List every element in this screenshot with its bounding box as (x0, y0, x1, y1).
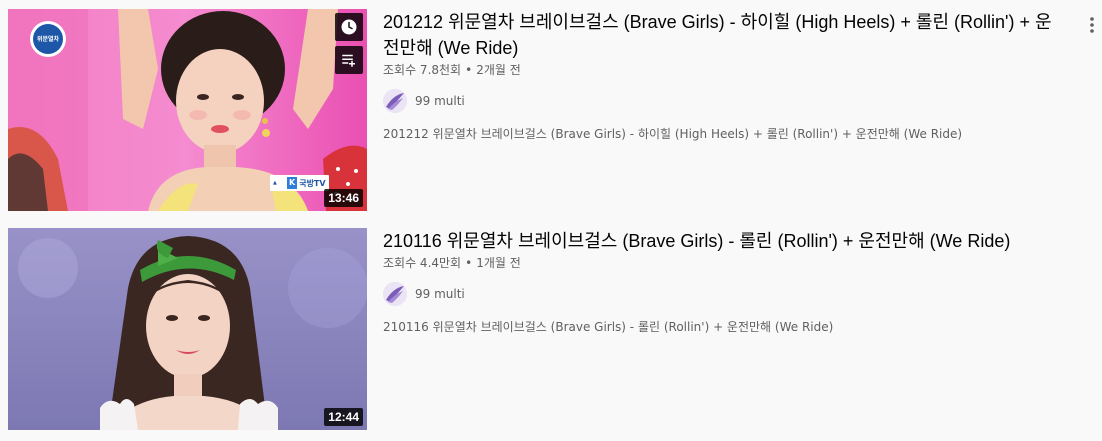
separator-dot: • (465, 256, 473, 270)
video-info: 210116 위문열차 브레이브걸스 (Brave Girls) - 롤린 (R… (383, 228, 1063, 336)
broadcast-logo: 위문열차 (30, 21, 66, 57)
video-metadata: 조회수 4.4만회 • 1개월 전 (383, 254, 1063, 272)
channel-link[interactable]: 99 multi (383, 282, 1063, 306)
upload-age: 2개월 전 (476, 63, 521, 77)
video-thumbnail[interactable]: 12:44 (8, 228, 367, 430)
more-actions-button[interactable] (1084, 13, 1100, 37)
add-to-queue-button[interactable] (335, 46, 363, 74)
video-result: 12:44 210116 위문열차 브레이브걸스 (Brave Girls) -… (8, 228, 1102, 432)
defense-logo: ▲ (273, 179, 277, 186)
video-thumbnail[interactable]: 위문열차 ▲ K 국방TV 13:46 (8, 9, 367, 211)
broadcast-logo-text: 위문열차 (33, 24, 63, 54)
view-count: 조회수 4.4만회 (383, 256, 462, 270)
ktv-logo: K (287, 177, 298, 189)
broadcaster-watermark: ▲ K 국방TV (270, 175, 329, 191)
video-description: 201212 위문열차 브레이브걸스 (Brave Girls) - 하이힐 (… (383, 127, 963, 141)
channel-avatar[interactable] (383, 282, 407, 306)
channel-name[interactable]: 99 multi (415, 94, 465, 108)
broadcaster-name: 국방TV (299, 178, 326, 188)
more-vert-icon (1090, 17, 1094, 33)
upload-age: 1개월 전 (476, 256, 521, 270)
search-results: 위문열차 ▲ K 국방TV 13:46 201212 위문열차 브레이브걸스 (… (0, 0, 1102, 441)
video-duration: 12:44 (324, 408, 363, 426)
thumbnail-image (8, 228, 367, 430)
video-title[interactable]: 201212 위문열차 브레이브걸스 (Brave Girls) - 하이힐 (… (383, 9, 1063, 61)
separator-dot: • (465, 63, 473, 77)
channel-name[interactable]: 99 multi (415, 287, 465, 301)
clock-icon (341, 19, 357, 35)
view-count: 조회수 7.8천회 (383, 63, 462, 77)
queue-icon (342, 54, 355, 67)
video-duration: 13:46 (324, 189, 363, 207)
channel-avatar-image (383, 282, 407, 306)
video-info: 201212 위문열차 브레이브걸스 (Brave Girls) - 하이힐 (… (383, 9, 1063, 143)
channel-link[interactable]: 99 multi (383, 89, 1063, 113)
channel-avatar[interactable] (383, 89, 407, 113)
video-title[interactable]: 210116 위문열차 브레이브걸스 (Brave Girls) - 롤린 (R… (383, 228, 1063, 254)
watch-later-button[interactable] (335, 13, 363, 41)
video-result: 위문열차 ▲ K 국방TV 13:46 201212 위문열차 브레이브걸스 (… (8, 9, 1102, 213)
video-description: 210116 위문열차 브레이브걸스 (Brave Girls) - 롤린 (R… (383, 320, 834, 334)
channel-avatar-image (383, 89, 407, 113)
video-metadata: 조회수 7.8천회 • 2개월 전 (383, 61, 1063, 79)
